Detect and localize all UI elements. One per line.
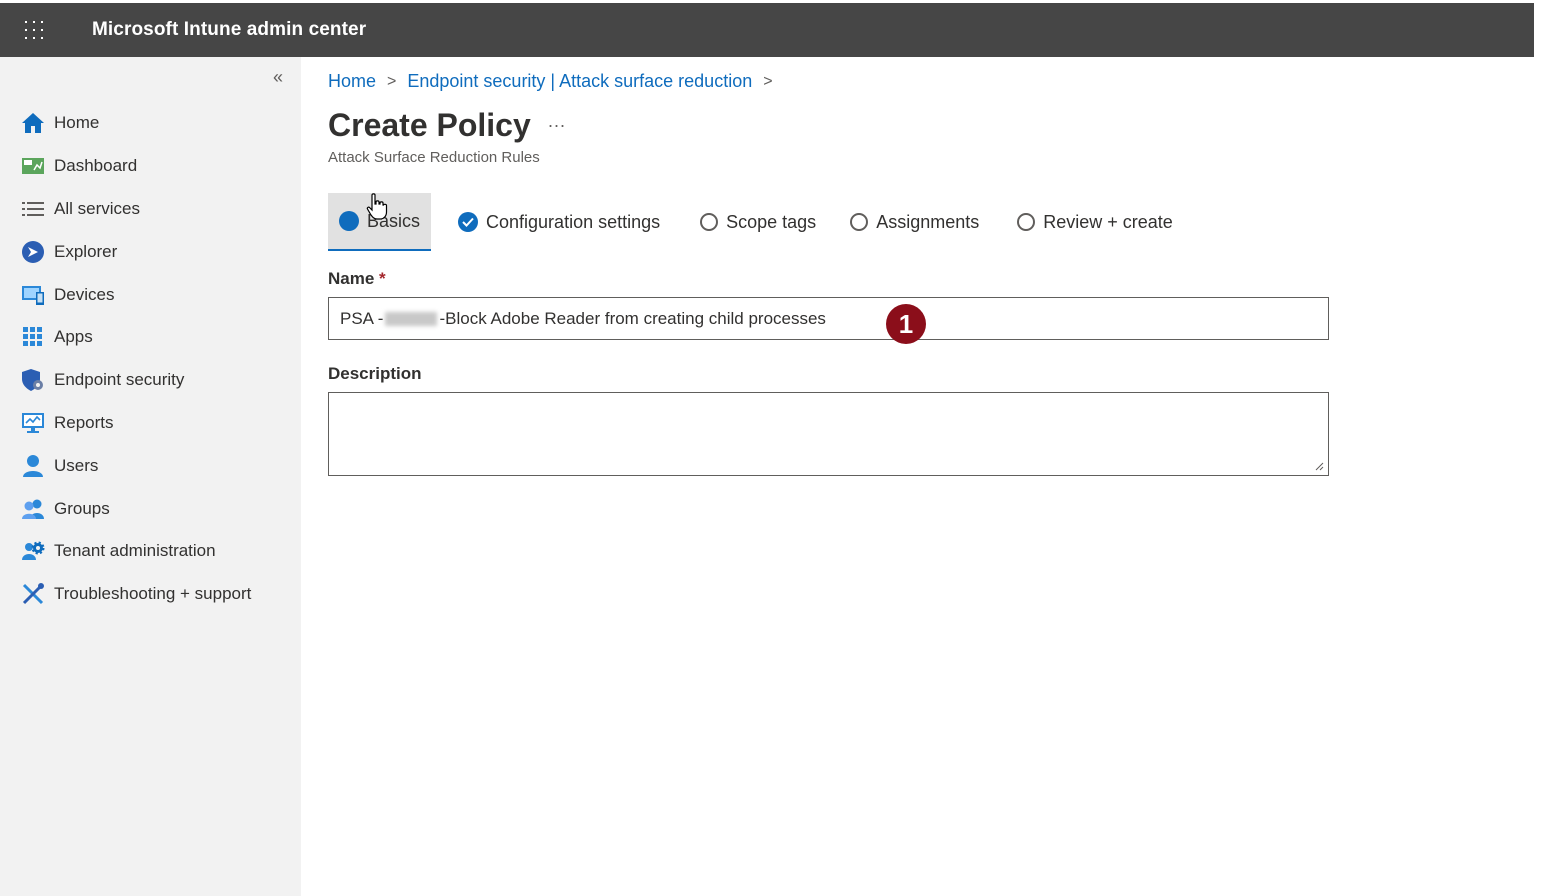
sidebar-item-users[interactable]: Users bbox=[20, 444, 251, 487]
reports-icon bbox=[20, 410, 46, 436]
resize-handle-icon[interactable] bbox=[1314, 461, 1324, 471]
name-label-text: Name bbox=[328, 269, 375, 288]
sidebar-item-apps[interactable]: Apps bbox=[20, 316, 251, 359]
app-launcher-icon[interactable] bbox=[24, 20, 44, 40]
sidebar-item-label: Troubleshooting + support bbox=[54, 584, 252, 604]
wizard-steps: Basics Configuration settings Scope tags… bbox=[328, 193, 1184, 251]
step-number-badge: 1 bbox=[886, 304, 926, 344]
name-input[interactable]: PSA - -Block Adobe Reader from creating … bbox=[328, 297, 1329, 340]
sidebar-item-label: Explorer bbox=[54, 241, 118, 261]
breadcrumb-section-link[interactable]: Endpoint security | Attack surface reduc… bbox=[407, 71, 752, 92]
checkmark-icon bbox=[458, 212, 479, 232]
step-label: Review + create bbox=[1043, 211, 1173, 232]
sidebar-item-label: Apps bbox=[54, 327, 93, 347]
name-value-prefix: PSA - bbox=[340, 308, 384, 328]
sidebar-item-all-services[interactable]: All services bbox=[20, 188, 251, 231]
sidebar-item-explorer[interactable]: Explorer bbox=[20, 230, 251, 273]
step-label: Scope tags bbox=[726, 211, 817, 232]
sidebar-item-label: Home bbox=[54, 113, 100, 133]
chevron-right-icon: > bbox=[387, 72, 397, 90]
pending-step-icon bbox=[850, 213, 869, 231]
user-icon bbox=[20, 453, 46, 479]
home-icon bbox=[20, 110, 46, 136]
devices-icon bbox=[20, 282, 46, 308]
sidebar-item-dashboard[interactable]: Dashboard bbox=[20, 145, 251, 188]
sidebar-item-label: Users bbox=[54, 455, 99, 475]
app-title[interactable]: Microsoft Intune admin center bbox=[92, 19, 366, 41]
sidebar: « Home Dashboard All services Explorer D… bbox=[0, 57, 301, 896]
sidebar-item-tenant-administration[interactable]: Tenant administration bbox=[20, 530, 251, 573]
sidebar-item-troubleshooting[interactable]: Troubleshooting + support bbox=[20, 573, 251, 616]
required-marker: * bbox=[379, 269, 386, 288]
sidebar-item-label: Reports bbox=[54, 412, 114, 432]
step-scope-tags[interactable]: Scope tags bbox=[689, 193, 827, 251]
sidebar-item-label: Devices bbox=[54, 284, 115, 304]
sidebar-item-label: Tenant administration bbox=[54, 541, 216, 561]
collapse-sidebar-button[interactable]: « bbox=[273, 67, 283, 88]
hand-cursor-icon bbox=[366, 193, 388, 220]
tools-icon bbox=[20, 581, 46, 607]
chevron-right-icon: > bbox=[763, 72, 773, 90]
sidebar-item-home[interactable]: Home bbox=[20, 102, 251, 145]
breadcrumb: Home > Endpoint security | Attack surfac… bbox=[328, 71, 784, 92]
more-options-button[interactable]: ... bbox=[548, 111, 566, 132]
sidebar-item-label: Groups bbox=[54, 498, 110, 518]
page-subtitle: Attack Surface Reduction Rules bbox=[328, 149, 540, 166]
pending-step-icon bbox=[1017, 213, 1036, 231]
tenant-gear-icon bbox=[20, 538, 46, 564]
name-field-label: Name * bbox=[328, 269, 386, 289]
breadcrumb-home-link[interactable]: Home bbox=[328, 71, 376, 92]
sidebar-item-label: All services bbox=[54, 198, 140, 218]
list-icon bbox=[20, 196, 46, 222]
pending-step-icon bbox=[700, 213, 719, 231]
step-review-create[interactable]: Review + create bbox=[1006, 193, 1184, 251]
sidebar-nav: Home Dashboard All services Explorer Dev… bbox=[20, 102, 251, 616]
sidebar-item-devices[interactable]: Devices bbox=[20, 273, 251, 316]
redacted-text bbox=[385, 311, 438, 326]
step-label: Assignments bbox=[876, 211, 980, 232]
groups-icon bbox=[20, 496, 46, 522]
sidebar-item-groups[interactable]: Groups bbox=[20, 487, 251, 530]
page-title: Create Policy bbox=[328, 107, 531, 143]
top-bar: Microsoft Intune admin center bbox=[0, 3, 1534, 57]
sidebar-item-label: Dashboard bbox=[54, 156, 138, 176]
shield-icon bbox=[20, 367, 46, 393]
sidebar-item-label: Endpoint security bbox=[54, 370, 185, 390]
apps-icon bbox=[20, 324, 46, 350]
sidebar-item-endpoint-security[interactable]: Endpoint security bbox=[20, 359, 251, 402]
description-textarea[interactable] bbox=[328, 392, 1329, 476]
dashboard-icon bbox=[20, 153, 46, 179]
explorer-icon bbox=[20, 239, 46, 265]
sidebar-item-reports[interactable]: Reports bbox=[20, 402, 251, 445]
step-assignments[interactable]: Assignments bbox=[839, 193, 990, 251]
current-step-icon bbox=[339, 211, 359, 231]
name-value-suffix: -Block Adobe Reader from creating child … bbox=[439, 308, 826, 328]
step-label: Configuration settings bbox=[486, 211, 661, 232]
step-configuration-settings[interactable]: Configuration settings bbox=[447, 193, 671, 251]
description-field-label: Description bbox=[328, 364, 422, 383]
